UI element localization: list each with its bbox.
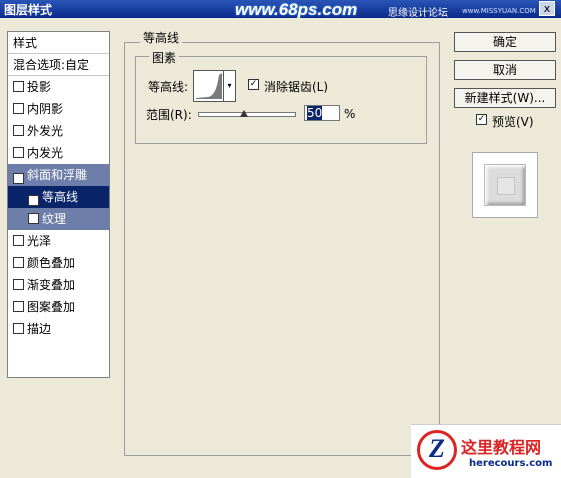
contour-curve-icon (196, 73, 222, 99)
style-item-color-overlay[interactable]: 颜色叠加 (8, 252, 109, 274)
style-list: 样式 混合选项:自定 投影 内阴影 外发光 内发光 ✓ 斜面和浮雕 ✓ 等高线 纹理… (7, 31, 110, 378)
style-item-inner-glow[interactable]: 内发光 (8, 142, 109, 164)
style-item-pattern-overlay[interactable]: 图案叠加 (8, 296, 109, 318)
checkbox-inner-shadow[interactable] (13, 103, 24, 114)
watermark-small: www.MISSYUAN.COM (462, 7, 536, 15)
logo-site: herecours.com (469, 458, 553, 469)
ok-button[interactable]: 确定 (454, 32, 556, 52)
elements-group-title: 图素 (149, 49, 180, 66)
style-item-label: 投影 (27, 80, 52, 94)
logo-name: 这里教程网 (461, 438, 542, 457)
chevron-down-icon[interactable]: ▾ (223, 70, 236, 102)
style-item-drop-shadow[interactable]: 投影 (8, 76, 109, 98)
contour-picker[interactable] (193, 70, 225, 102)
style-item-label: 外发光 (27, 124, 64, 138)
style-item-label: 描边 (27, 322, 52, 336)
checkbox-pattern-overlay[interactable] (13, 301, 24, 312)
title-bar: 图层样式 www.68ps.com 思缘设计论坛 www.MISSYUAN.CO… (0, 0, 561, 19)
checkbox-color-overlay[interactable] (13, 257, 24, 268)
dialog-body: 样式 混合选项:自定 投影 内阴影 外发光 内发光 ✓ 斜面和浮雕 ✓ 等高线 纹理… (0, 18, 561, 478)
range-value: 50 (307, 106, 323, 120)
preview-swatch-inner (497, 177, 515, 195)
checkbox-satin[interactable] (13, 235, 24, 246)
style-item-label: 颜色叠加 (27, 256, 76, 270)
preview-swatch (484, 164, 526, 206)
style-list-header[interactable]: 样式 (8, 32, 109, 54)
range-label: 范围(R): (146, 108, 192, 122)
site-logo: Z 这里教程网 herecours.com (411, 424, 561, 478)
checkbox-stroke[interactable] (13, 323, 24, 334)
style-item-label: 等高线 (42, 190, 79, 204)
preview-label: 预览(V) (492, 115, 534, 129)
style-item-stroke[interactable]: 描边 (8, 318, 109, 340)
antialias-label: 消除锯齿(L) (264, 80, 329, 94)
range-unit: % (344, 107, 356, 121)
style-item-label: 渐变叠加 (27, 278, 76, 292)
close-button[interactable]: x (539, 1, 555, 16)
range-input[interactable]: 50 (304, 105, 340, 121)
style-item-label: 光泽 (27, 234, 52, 248)
contour-group-title: 等高线 (140, 29, 183, 46)
style-item-label: 斜面和浮雕 (27, 168, 88, 182)
elements-group (135, 56, 427, 144)
blend-options-item[interactable]: 混合选项:自定 (8, 54, 109, 76)
watermark-text: www.68ps.com (235, 0, 358, 19)
style-item-label: 内发光 (27, 146, 64, 160)
cancel-button[interactable]: 取消 (454, 60, 556, 80)
style-item-label: 纹理 (42, 212, 67, 226)
new-style-button[interactable]: 新建样式(W)... (454, 88, 556, 108)
checkbox-outer-glow[interactable] (13, 125, 24, 136)
contour-label: 等高线: (148, 80, 189, 94)
checkbox-contour[interactable]: ✓ (28, 195, 39, 206)
checkbox-drop-shadow[interactable] (13, 81, 24, 92)
logo-z-icon: Z (417, 430, 457, 470)
checkbox-texture[interactable] (28, 213, 39, 224)
checkbox-gradient-overlay[interactable] (13, 279, 24, 290)
checkbox-inner-glow[interactable] (13, 147, 24, 158)
style-item-label: 图案叠加 (27, 300, 76, 314)
window-title: 图层样式 (4, 3, 53, 17)
watermark-cn: 思缘设计论坛 (388, 8, 448, 19)
antialias-checkbox[interactable]: ✓ (248, 79, 259, 90)
style-item-outer-glow[interactable]: 外发光 (8, 120, 109, 142)
preview-checkbox[interactable]: ✓ (476, 114, 487, 125)
range-slider-thumb[interactable] (240, 110, 248, 117)
style-item-inner-shadow[interactable]: 内阴影 (8, 98, 109, 120)
style-item-label: 内阴影 (27, 102, 64, 116)
style-item-bevel-emboss[interactable]: ✓ 斜面和浮雕 (8, 164, 109, 186)
style-item-gradient-overlay[interactable]: 渐变叠加 (8, 274, 109, 296)
checkbox-bevel-emboss[interactable]: ✓ (13, 173, 24, 184)
style-item-satin[interactable]: 光泽 (8, 230, 109, 252)
style-item-texture[interactable]: 纹理 (8, 208, 109, 230)
preview-thumbnail (472, 152, 538, 218)
style-item-contour[interactable]: ✓ 等高线 (8, 186, 109, 208)
